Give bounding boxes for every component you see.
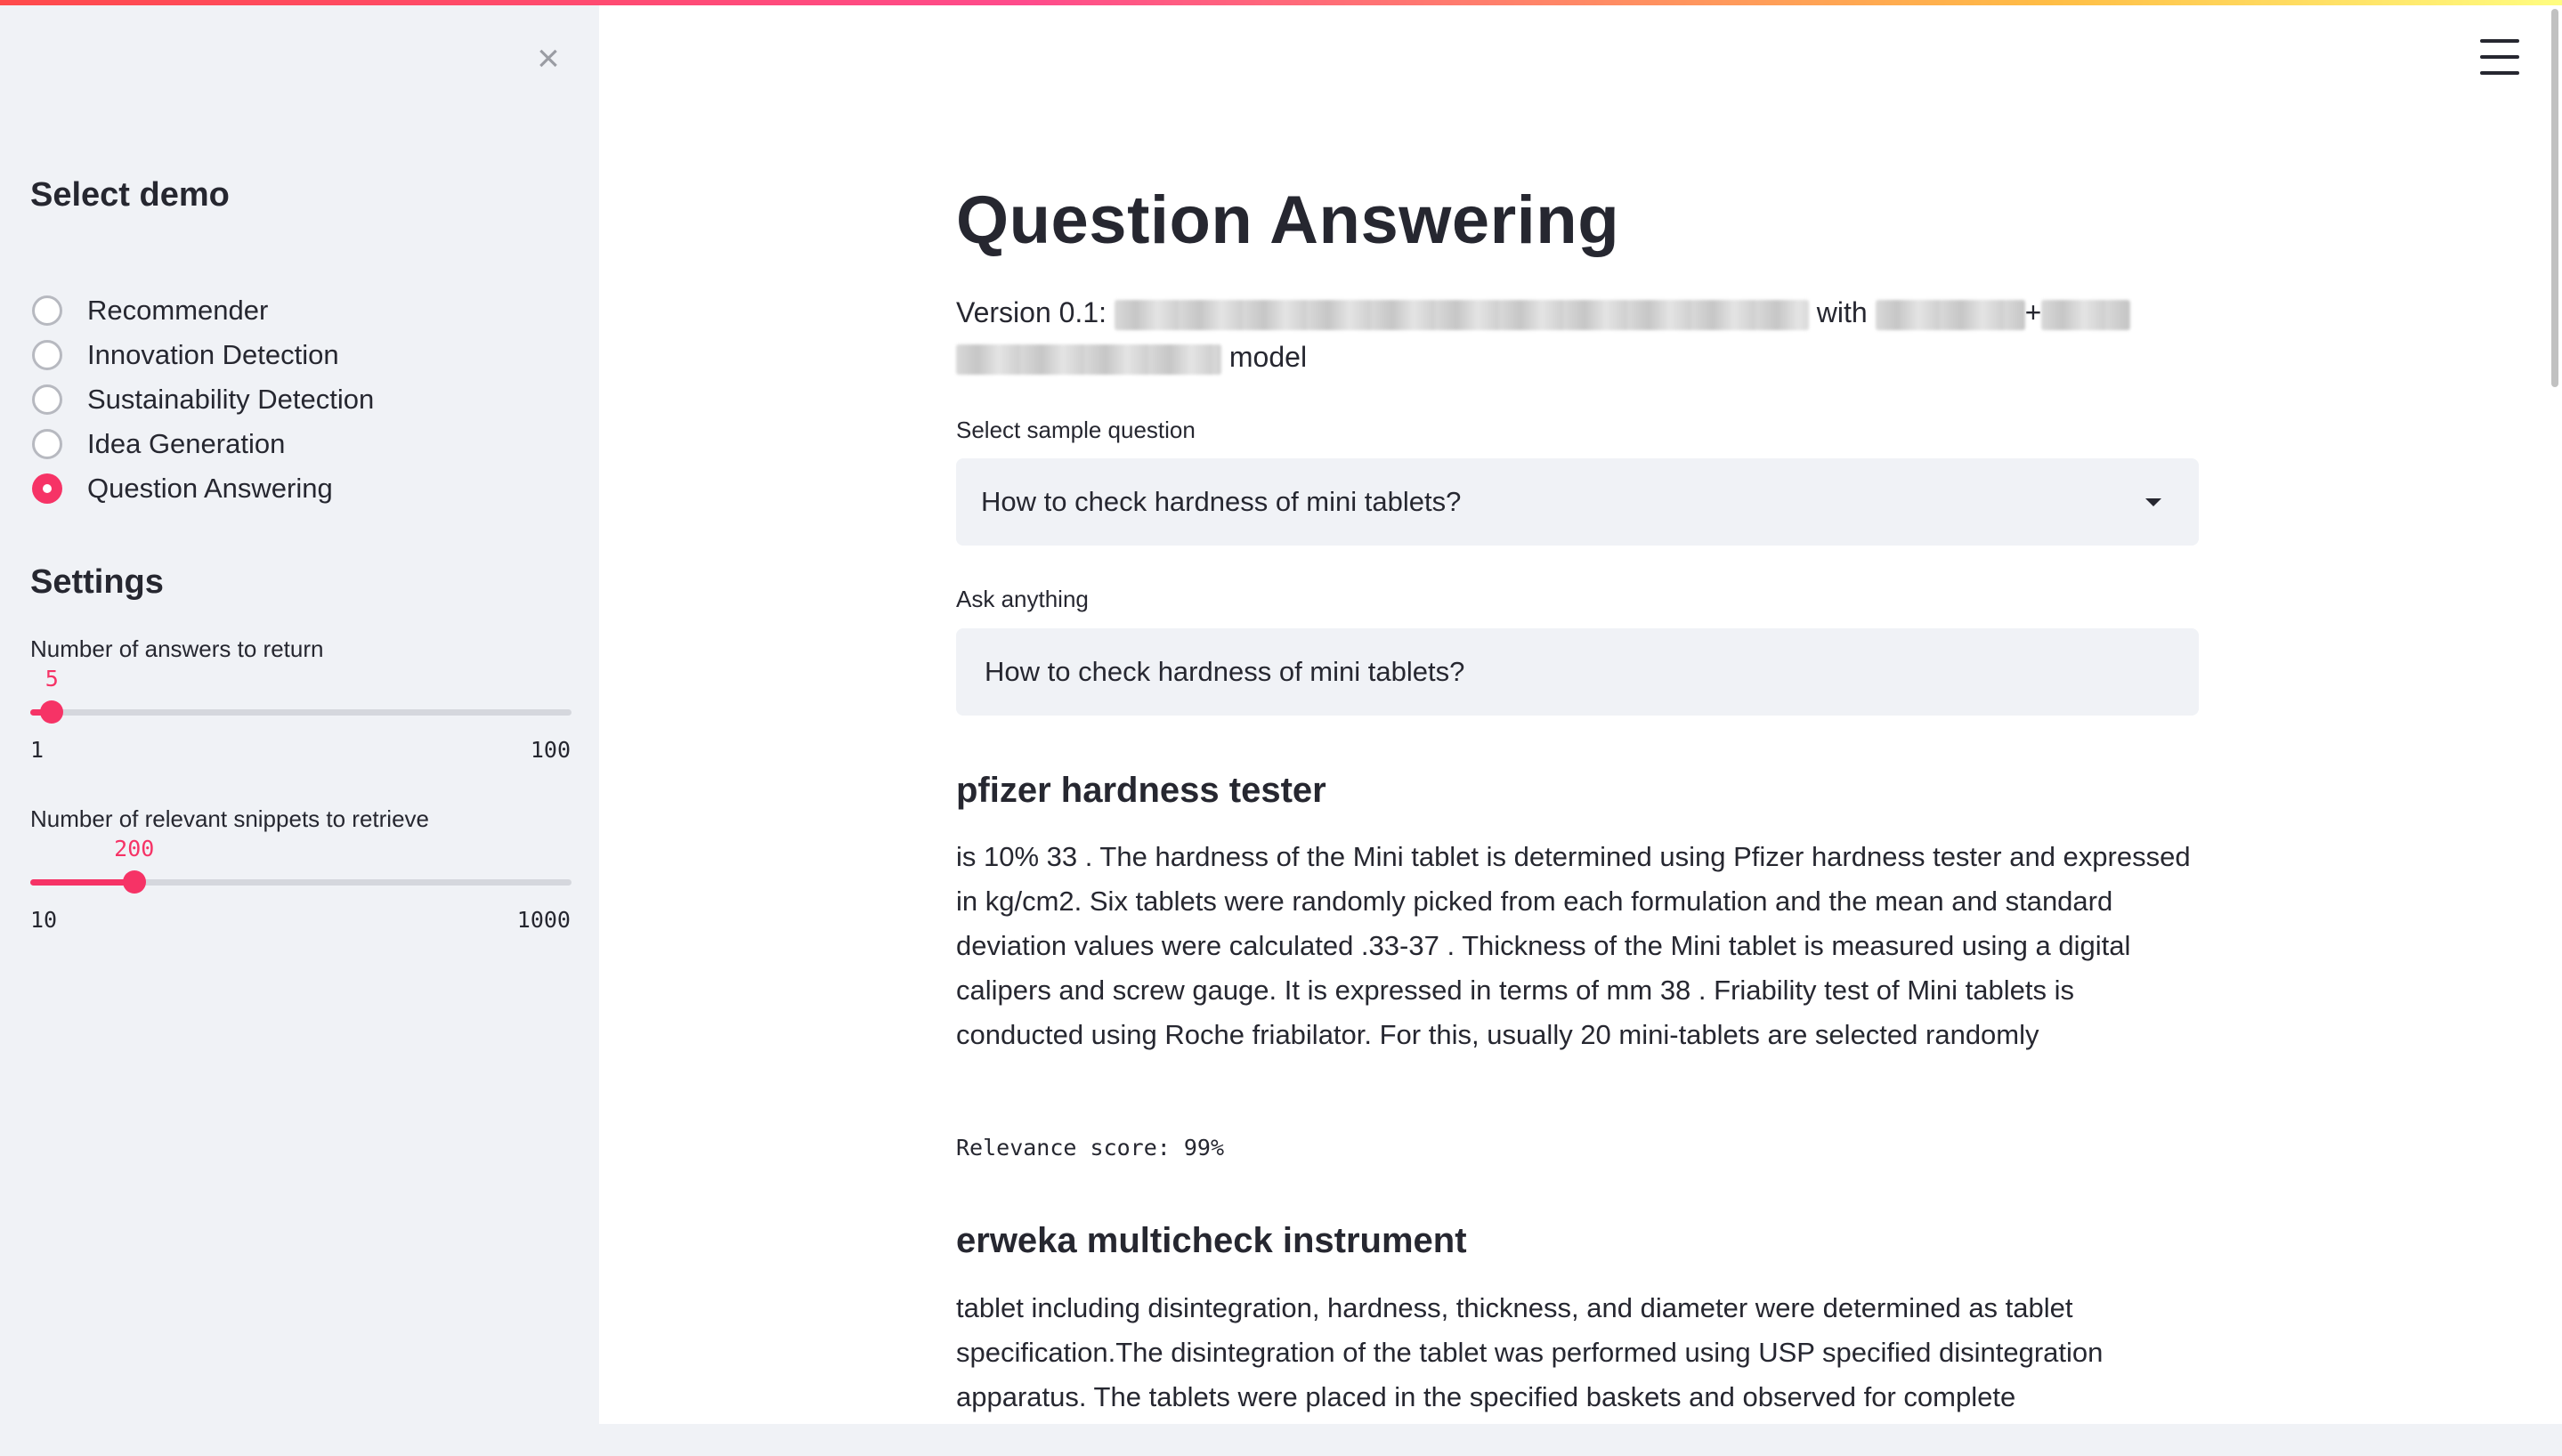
bottom-bar: [0, 1424, 2562, 1456]
ask-anything-input[interactable]: [956, 628, 2199, 716]
radio-icon[interactable]: [32, 429, 62, 459]
demo-option-label: Sustainability Detection: [87, 384, 375, 415]
demo-option-recommender[interactable]: Recommender: [32, 288, 268, 333]
radio-selected-icon[interactable]: [32, 473, 62, 504]
slider-thumb[interactable]: [122, 870, 146, 894]
version-info: Version 0.1: with + model: [956, 290, 2199, 379]
redacted-text: [956, 344, 1221, 375]
radio-icon[interactable]: [32, 384, 62, 415]
demo-option-question-answering[interactable]: Question Answering: [32, 466, 333, 511]
version-model: model: [1228, 341, 1308, 373]
close-icon: ×: [537, 36, 560, 80]
redacted-text: [1114, 299, 1809, 330]
answers-count-label: Number of answers to return: [30, 635, 324, 662]
snippets-count-value: 200: [114, 836, 155, 861]
redacted-text: [1875, 299, 2025, 330]
answers-count-slider[interactable]: [30, 700, 572, 724]
answer-title: pfizer hardness tester: [956, 771, 1326, 810]
version-plus: +: [2024, 296, 2042, 328]
hamburger-menu-icon[interactable]: [2480, 39, 2519, 75]
answers-count-max: 100: [530, 737, 571, 763]
snippets-count-min: 10: [30, 907, 58, 933]
snippets-count-slider[interactable]: [30, 870, 572, 894]
redacted-text: [2041, 299, 2131, 330]
settings-heading: Settings: [30, 563, 164, 601]
demo-option-label: Idea Generation: [87, 428, 286, 459]
sample-question-select[interactable]: How to check hardness of mini tablets?: [956, 458, 2199, 546]
slider-fill: [30, 879, 134, 886]
sample-question-label: Select sample question: [956, 417, 1196, 443]
version-prefix: Version 0.1:: [956, 296, 1107, 328]
close-sidebar-button[interactable]: ×: [529, 39, 568, 78]
demo-option-idea-generation[interactable]: Idea Generation: [32, 422, 285, 466]
answers-count-value: 5: [45, 666, 59, 692]
radio-icon[interactable]: [32, 295, 62, 326]
demo-option-sustainability-detection[interactable]: Sustainability Detection: [32, 377, 374, 422]
select-demo-heading: Select demo: [30, 176, 230, 214]
answer-text: tablet including disintegration, hardnes…: [956, 1292, 2104, 1412]
demo-option-label: Innovation Detection: [87, 339, 339, 370]
relevance-score: Relevance score: 99%: [956, 1135, 1225, 1161]
chevron-down-icon: [2145, 497, 2161, 506]
demo-option-label: Question Answering: [87, 473, 333, 504]
version-with: with: [1816, 296, 1868, 328]
sample-question-value: How to check hardness of mini tablets?: [981, 486, 1462, 517]
snippets-count-max: 1000: [516, 907, 571, 933]
radio-icon[interactable]: [32, 340, 62, 370]
answer-text: is 10% 33 . The hardness of the Mini tab…: [956, 841, 2191, 1050]
demo-option-label: Recommender: [87, 295, 269, 326]
demo-option-innovation-detection[interactable]: Innovation Detection: [32, 333, 339, 377]
scrollbar[interactable]: [2551, 9, 2558, 387]
slider-thumb[interactable]: [40, 700, 64, 724]
sidebar: × Select demo Recommender Innovation Det…: [0, 5, 599, 1424]
answers-count-min: 1: [30, 737, 45, 763]
page-title: Question Answering: [956, 182, 1620, 258]
snippets-count-label: Number of relevant snippets to retrieve: [30, 805, 429, 832]
answer-title: erweka multicheck instrument: [956, 1221, 1467, 1260]
ask-anything-label: Ask anything: [956, 586, 1089, 612]
